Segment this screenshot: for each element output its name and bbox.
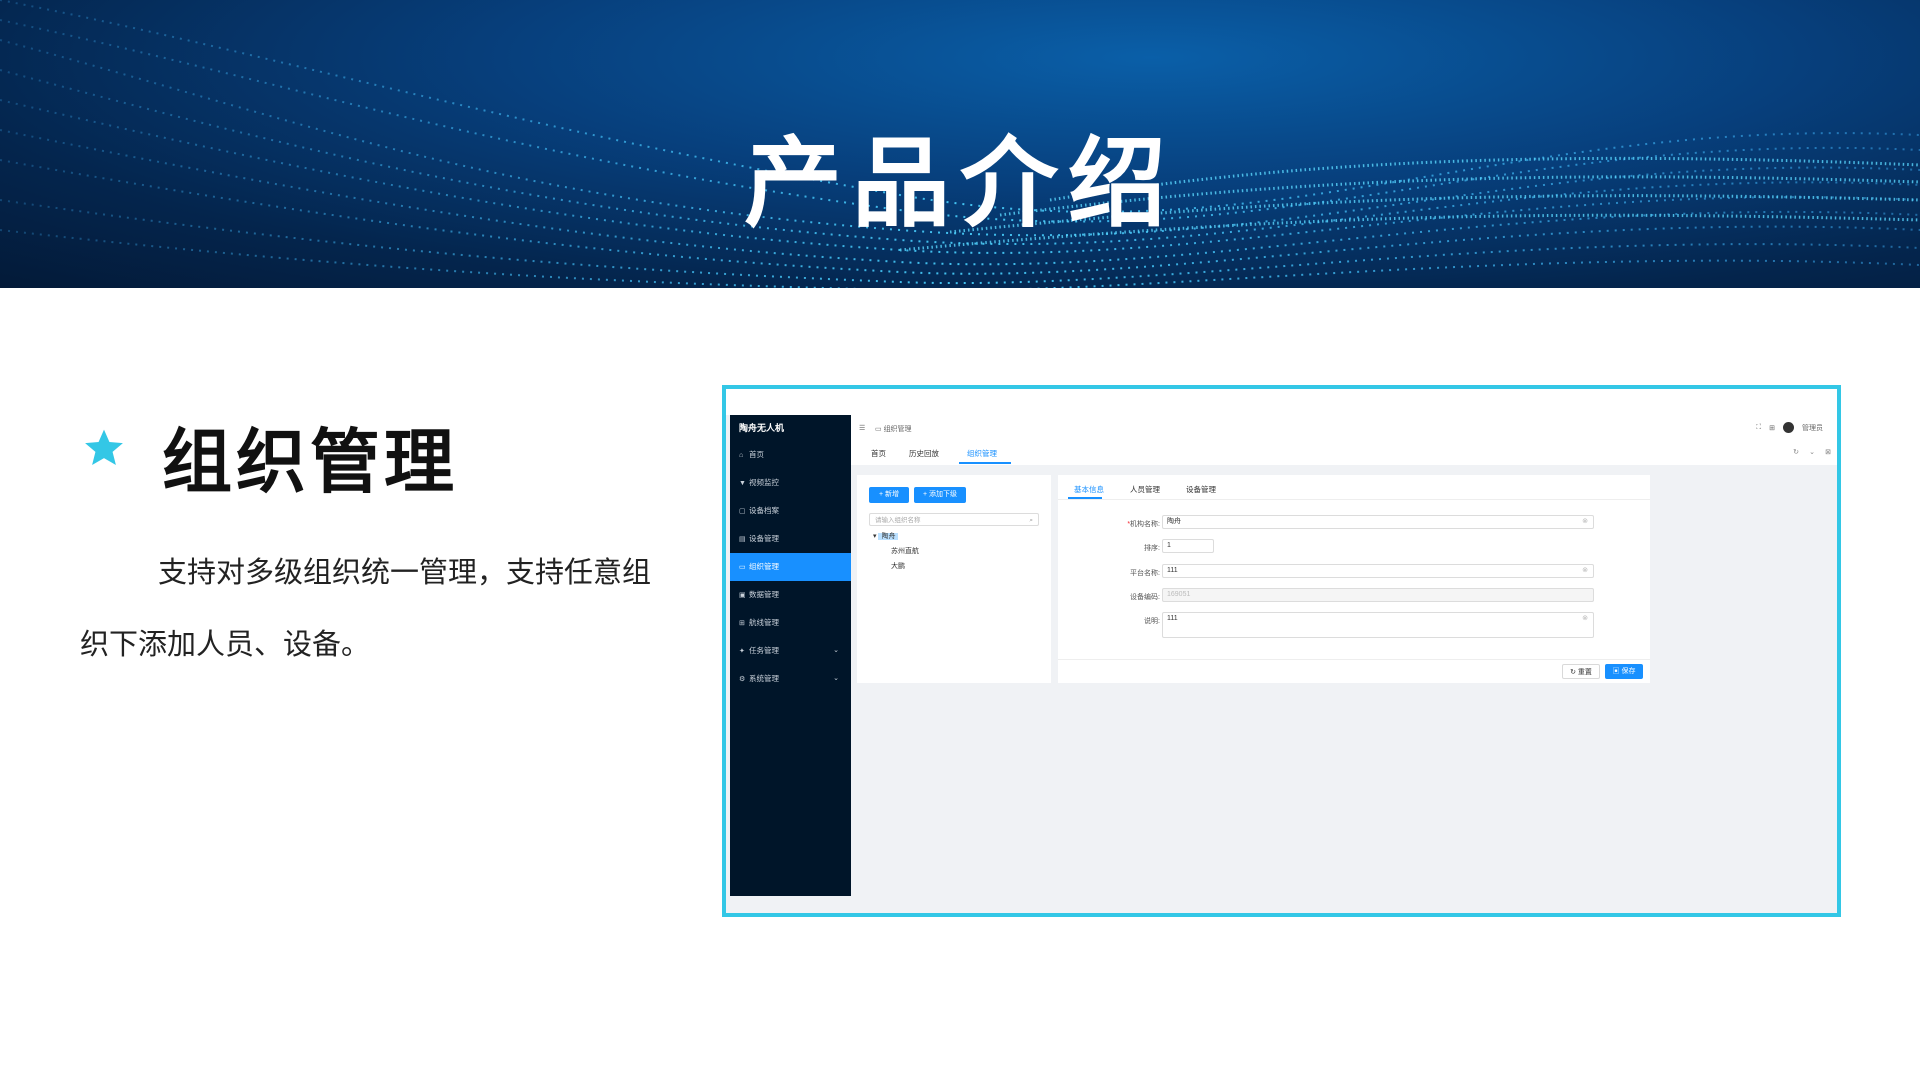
platform-name-field[interactable]: 111 ⊗ [1162,564,1594,578]
sort-label: 排序: [1144,545,1160,552]
sidebar-item-data[interactable]: ▣ 数据管理 [730,581,851,609]
sidebar-item-route[interactable]: ⊞ 航线管理 [730,609,851,637]
close-tabs-icon[interactable]: ⊠ [1825,448,1831,456]
sidebar-item-task[interactable]: ✦ 任务管理 ⌄ [730,637,851,665]
org-icon: ▭ [739,564,746,571]
route-icon: ⊞ [739,620,745,627]
breadcrumb-label: 组织管理 [883,426,912,433]
sidebar-item-label: 任务管理 [749,646,779,655]
user-name[interactable]: 管理员 [1802,423,1823,433]
platform-name-label: 平台名称: [1130,570,1160,577]
tab-history[interactable]: 历史回放 [909,448,939,459]
form-footer-divider [1058,659,1650,660]
sidebar: 陶舟无人机 ⌂ 首页 ▼ 视频监控 ▢ 设备档案 ▤ 设备管理 ▭ 组织管理 ▣ 数据管理 … [730,415,851,896]
add-child-button[interactable]: + 添加下级 [914,487,966,503]
tree-node-child[interactable]: 大鹏 [891,561,905,571]
org-tree-panel: + 新增 + 添加下级 请输入组织名称 ⌕ ▾ 陶舟 苏州直航 大鹏 [857,475,1051,683]
avatar[interactable] [1783,422,1794,433]
sidebar-item-org[interactable]: ▭ 组织管理 [730,553,851,581]
main-content: ☰ ▭ 组织管理 ⛶ ⊞ 管理员 首页 历史回放 组织管理 ↻ ⌄ ⊠ + 新增… [851,415,1837,913]
add-org-button[interactable]: + 新增 [869,487,909,503]
settings-icon: ⚙ [739,676,746,683]
save-button[interactable]: ▣ 保存 [1605,664,1643,679]
sidebar-item-label: 系统管理 [749,674,779,683]
page-tabs: 首页 历史回放 组织管理 ↻ ⌄ ⊠ [851,441,1837,465]
home-icon: ⌂ [739,452,744,459]
sidebar-item-home[interactable]: ⌂ 首页 [730,441,851,469]
form-tab-divider [1058,499,1650,500]
clear-icon[interactable]: ⊗ [1582,516,1588,528]
top-header: ☰ ▭ 组织管理 ⛶ ⊞ 管理员 [851,415,1837,442]
sidebar-item-label: 组织管理 [749,562,779,571]
org-name-label: *机构名称: [1127,521,1160,528]
remark-label: 说明: [1144,618,1160,625]
chevron-down-icon: ⌄ [833,647,839,654]
device-manage-icon: ▤ [739,536,746,543]
lock-icon[interactable]: ⊞ [1769,424,1775,432]
tree-node-root[interactable]: ▾ 陶舟 [873,531,899,541]
sidebar-item-label: 视频监控 [749,478,779,487]
sidebar-item-label: 首页 [749,450,764,459]
sidebar-item-label: 设备管理 [749,534,779,543]
search-placeholder: 请输入组织名称 [875,517,921,524]
org-name-field[interactable]: 陶舟 ⊗ [1162,515,1594,529]
sidebar-item-label: 航线管理 [749,618,779,627]
org-search-input[interactable]: 请输入组织名称 ⌕ [869,513,1039,526]
sidebar-item-label: 数据管理 [749,590,779,599]
clear-icon[interactable]: ⊗ [1582,613,1588,625]
remark-textarea[interactable]: 111 ⊗ [1162,612,1594,638]
reset-button[interactable]: ↻ 重置 [1562,664,1600,679]
section-description: 支持对多级组织统一管理，支持任意组织下添加人员、设备。 [80,555,652,661]
sidebar-item-video[interactable]: ▼ 视频监控 [730,469,851,497]
header-actions: ⛶ ⊞ 管理员 [1756,422,1823,433]
org-form-panel: 基本信息 人员管理 设备管理 *机构名称: 陶舟 ⊗ 排序: 1 平台名称: 11… [1058,475,1650,683]
fullscreen-icon[interactable]: ⛶ [1756,424,1761,432]
sidebar-item-system[interactable]: ⚙ 系统管理 ⌄ [730,665,851,693]
tab-org[interactable]: 组织管理 [967,448,997,459]
banner-title: 产品介绍 [743,127,1176,241]
banner: 产品介绍 [0,0,1920,288]
monitor-icon: ▼ [739,480,746,487]
chevron-down-icon: ⌄ [833,675,839,682]
task-icon: ✦ [739,648,745,655]
frame-top-strip [726,389,1837,415]
chevron-down-icon[interactable]: ⌄ [1809,448,1815,456]
tab-home[interactable]: 首页 [871,448,886,459]
sidebar-item-device-manage[interactable]: ▤ 设备管理 [730,525,851,553]
sidebar-item-device-archive[interactable]: ▢ 设备档案 [730,497,851,525]
menu-fold-icon[interactable]: ☰ [859,424,865,432]
caret-down-icon[interactable]: ▾ [873,533,877,540]
device-code-label: 设备编码: [1130,594,1160,601]
tab-personnel[interactable]: 人员管理 [1130,484,1160,495]
sort-field[interactable]: 1 [1162,539,1214,553]
star-icon [85,429,123,465]
device-code-field: 169051 [1162,588,1594,602]
app-screenshot-frame: 陶舟无人机 ⌂ 首页 ▼ 视频监控 ▢ 设备档案 ▤ 设备管理 ▭ 组织管理 ▣ 数据管理 … [722,385,1841,917]
data-icon: ▣ [739,592,746,599]
sidebar-item-label: 设备档案 [749,506,779,515]
search-icon[interactable]: ⌕ [1029,514,1033,527]
tree-node-child[interactable]: 苏州直航 [891,546,919,556]
tab-basic-info[interactable]: 基本信息 [1074,484,1104,495]
clear-icon[interactable]: ⊗ [1582,565,1588,577]
app-window: 陶舟无人机 ⌂ 首页 ▼ 视频监控 ▢ 设备档案 ▤ 设备管理 ▭ 组织管理 ▣ 数据管理 … [726,415,1837,913]
breadcrumb: ▭ 组织管理 [875,426,912,433]
refresh-icon[interactable]: ↻ [1793,448,1799,456]
app-logo: 陶舟无人机 [739,423,785,433]
device-icon: ▢ [739,508,746,515]
section-title: 组织管理 [162,421,458,503]
active-tab-underline [959,462,1011,464]
tree-node-label: 陶舟 [878,533,899,540]
tab-devices[interactable]: 设备管理 [1186,484,1216,495]
